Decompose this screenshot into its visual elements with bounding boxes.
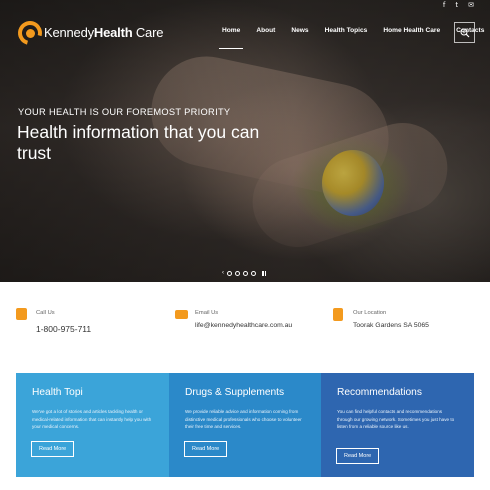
slider-controls: ‹ <box>222 269 267 277</box>
card-title: Recommendations <box>337 387 422 398</box>
card-drugs-supplements: Drugs & Supplements We provide reliable … <box>169 373 321 477</box>
hero-kicker: YOUR HEALTH IS OUR FOREMOST PRIORITY <box>18 107 231 117</box>
contact-phone[interactable]: 1-800-975-711 <box>36 324 91 334</box>
card-title: Health Topi <box>32 387 83 398</box>
read-more-button[interactable]: Read More <box>336 448 380 464</box>
contact-email-value[interactable]: life@kennedyhealthcare.com.au <box>195 322 292 329</box>
slider-dot[interactable] <box>227 270 232 276</box>
card-text: We provide reliable advice and informati… <box>185 409 302 429</box>
slider-dot[interactable] <box>251 270 256 276</box>
zoom-icon <box>460 28 469 37</box>
laptop-icon <box>175 310 188 319</box>
contact-location-value: Toorak Gardens SA 5065 <box>353 322 429 329</box>
card-health-topics: Health Topi We've got a lot of stories a… <box>16 373 169 477</box>
contact-label: Email Us <box>195 310 219 316</box>
main-nav: Home About News Health Topics Home Healt… <box>218 26 490 49</box>
read-more-button[interactable]: Read More <box>184 441 228 457</box>
phone-icon <box>16 308 27 320</box>
location-icon <box>333 308 343 321</box>
read-more-button[interactable]: Read More <box>31 441 75 457</box>
facebook-icon[interactable]: f <box>443 0 445 10</box>
slider-dot[interactable] <box>235 270 240 276</box>
nav-item-news[interactable]: News <box>291 26 308 40</box>
card-recommendations: Recommendations You can find helpful con… <box>321 373 474 477</box>
site-header: KennedyHealth Care Home About News Healt… <box>0 14 490 52</box>
nav-item-about[interactable]: About <box>256 26 275 40</box>
card-text: We've got a lot of stories and articles … <box>32 409 152 429</box>
slider-dot[interactable] <box>243 270 248 276</box>
pause-icon[interactable] <box>262 270 267 276</box>
card-title: Drugs & Supplements <box>185 387 285 398</box>
card-text: You can find helpful contacts and recomm… <box>337 409 455 429</box>
feature-cards: Health Topi We've got a lot of stories a… <box>16 373 474 477</box>
contact-strip: Call Us 1-800-975-711 Email Us life@kenn… <box>0 300 490 362</box>
contact-label: Our Location <box>353 310 387 316</box>
search-button[interactable] <box>454 22 475 43</box>
email-icon[interactable]: ✉ <box>468 0 474 10</box>
nav-item-health-topics[interactable]: Health Topics <box>325 26 368 40</box>
social-links: f t ✉ <box>443 0 474 10</box>
nav-item-home-health-care[interactable]: Home Health Care <box>383 26 440 40</box>
nav-item-home[interactable]: Home <box>218 26 244 49</box>
logo-icon <box>13 16 47 50</box>
site-logo[interactable]: KennedyHealth Care <box>13 16 164 50</box>
contact-label: Call Us <box>36 310 55 316</box>
slider-prev-icon[interactable]: ‹ <box>222 269 224 277</box>
logo-text: KennedyHealth Care <box>44 24 164 40</box>
hero-headline: Health information that you can trust <box>17 122 260 163</box>
twitter-icon[interactable]: t <box>455 0 458 10</box>
